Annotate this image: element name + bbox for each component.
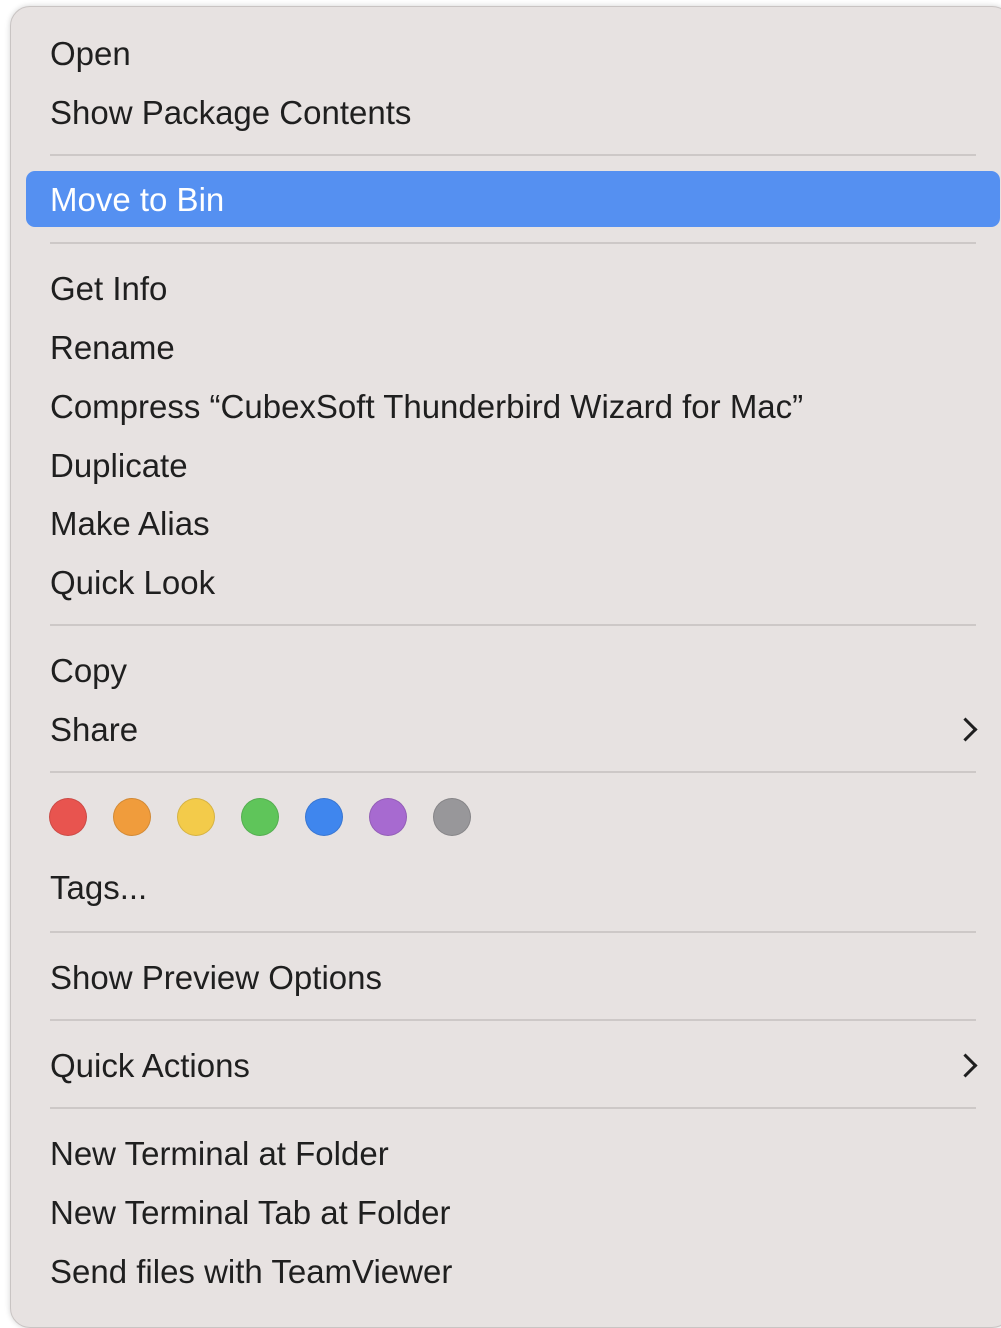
menu-item-quick-actions[interactable]: Quick Actions bbox=[26, 1037, 1000, 1093]
menu-item-label: Make Alias bbox=[50, 504, 210, 542]
tag-color-red-icon[interactable] bbox=[49, 798, 87, 836]
menu-item-label: Share bbox=[50, 710, 139, 748]
chevron-right-icon bbox=[953, 1053, 978, 1078]
menu-item-copy[interactable]: Copy bbox=[26, 642, 1000, 698]
tag-color-yellow-icon[interactable] bbox=[177, 798, 215, 836]
menu-separator bbox=[50, 1107, 976, 1109]
menu-item-move-to-bin[interactable]: Move to Bin bbox=[26, 171, 1000, 227]
menu-item-show-preview-options[interactable]: Show Preview Options bbox=[26, 949, 1000, 1005]
menu-item-label: Send files with TeamViewer bbox=[50, 1252, 453, 1290]
menu-item-label: Copy bbox=[50, 651, 128, 689]
menu-item-duplicate[interactable]: Duplicate bbox=[26, 437, 1000, 493]
menu-item-get-info[interactable]: Get Info bbox=[26, 260, 1000, 316]
menu-item-label: Rename bbox=[50, 328, 175, 366]
menu-separator bbox=[50, 1019, 976, 1021]
menu-item-open[interactable]: Open bbox=[26, 25, 1000, 81]
menu-item-show-package-contents[interactable]: Show Package Contents bbox=[26, 84, 1000, 140]
tag-color-row bbox=[49, 798, 471, 840]
menu-item-label: Compress “CubexSoft Thunderbird Wizard f… bbox=[50, 387, 804, 425]
menu-item-rename[interactable]: Rename bbox=[26, 319, 1000, 375]
menu-item-label: New Terminal Tab at Folder bbox=[50, 1193, 451, 1231]
menu-item-compress[interactable]: Compress “CubexSoft Thunderbird Wizard f… bbox=[26, 378, 1000, 434]
chevron-right-icon bbox=[953, 717, 978, 742]
menu-item-label: Tags... bbox=[50, 868, 148, 906]
menu-item-label: Get Info bbox=[50, 269, 168, 307]
menu-item-new-terminal-tab-at-folder[interactable]: New Terminal Tab at Folder bbox=[26, 1184, 1000, 1240]
menu-item-share[interactable]: Share bbox=[26, 701, 1000, 757]
menu-item-make-alias[interactable]: Make Alias bbox=[26, 495, 1000, 551]
tag-color-orange-icon[interactable] bbox=[113, 798, 151, 836]
menu-separator bbox=[50, 154, 976, 156]
menu-item-label: New Terminal at Folder bbox=[50, 1134, 389, 1172]
menu-item-label: Duplicate bbox=[50, 446, 188, 484]
tag-color-purple-icon[interactable] bbox=[369, 798, 407, 836]
context-menu: Open Show Package Contents Move to Bin G… bbox=[10, 6, 1001, 1328]
menu-item-send-files-teamviewer[interactable]: Send files with TeamViewer bbox=[26, 1243, 1000, 1299]
menu-separator bbox=[50, 242, 976, 244]
tag-color-blue-icon[interactable] bbox=[305, 798, 343, 836]
menu-item-label: Quick Actions bbox=[50, 1046, 250, 1084]
menu-separator bbox=[50, 624, 976, 626]
menu-separator bbox=[50, 931, 976, 933]
menu-item-label: Show Preview Options bbox=[50, 958, 382, 996]
menu-item-label: Move to Bin bbox=[50, 180, 225, 218]
menu-separator bbox=[50, 771, 976, 773]
menu-item-label: Show Package Contents bbox=[50, 93, 412, 131]
menu-item-tags[interactable]: Tags... bbox=[26, 859, 1000, 915]
menu-item-new-terminal-at-folder[interactable]: New Terminal at Folder bbox=[26, 1125, 1000, 1181]
menu-item-quick-look[interactable]: Quick Look bbox=[26, 554, 1000, 610]
menu-item-label: Quick Look bbox=[50, 563, 216, 601]
tag-color-green-icon[interactable] bbox=[241, 798, 279, 836]
tag-color-gray-icon[interactable] bbox=[433, 798, 471, 836]
menu-item-label: Open bbox=[50, 34, 131, 72]
